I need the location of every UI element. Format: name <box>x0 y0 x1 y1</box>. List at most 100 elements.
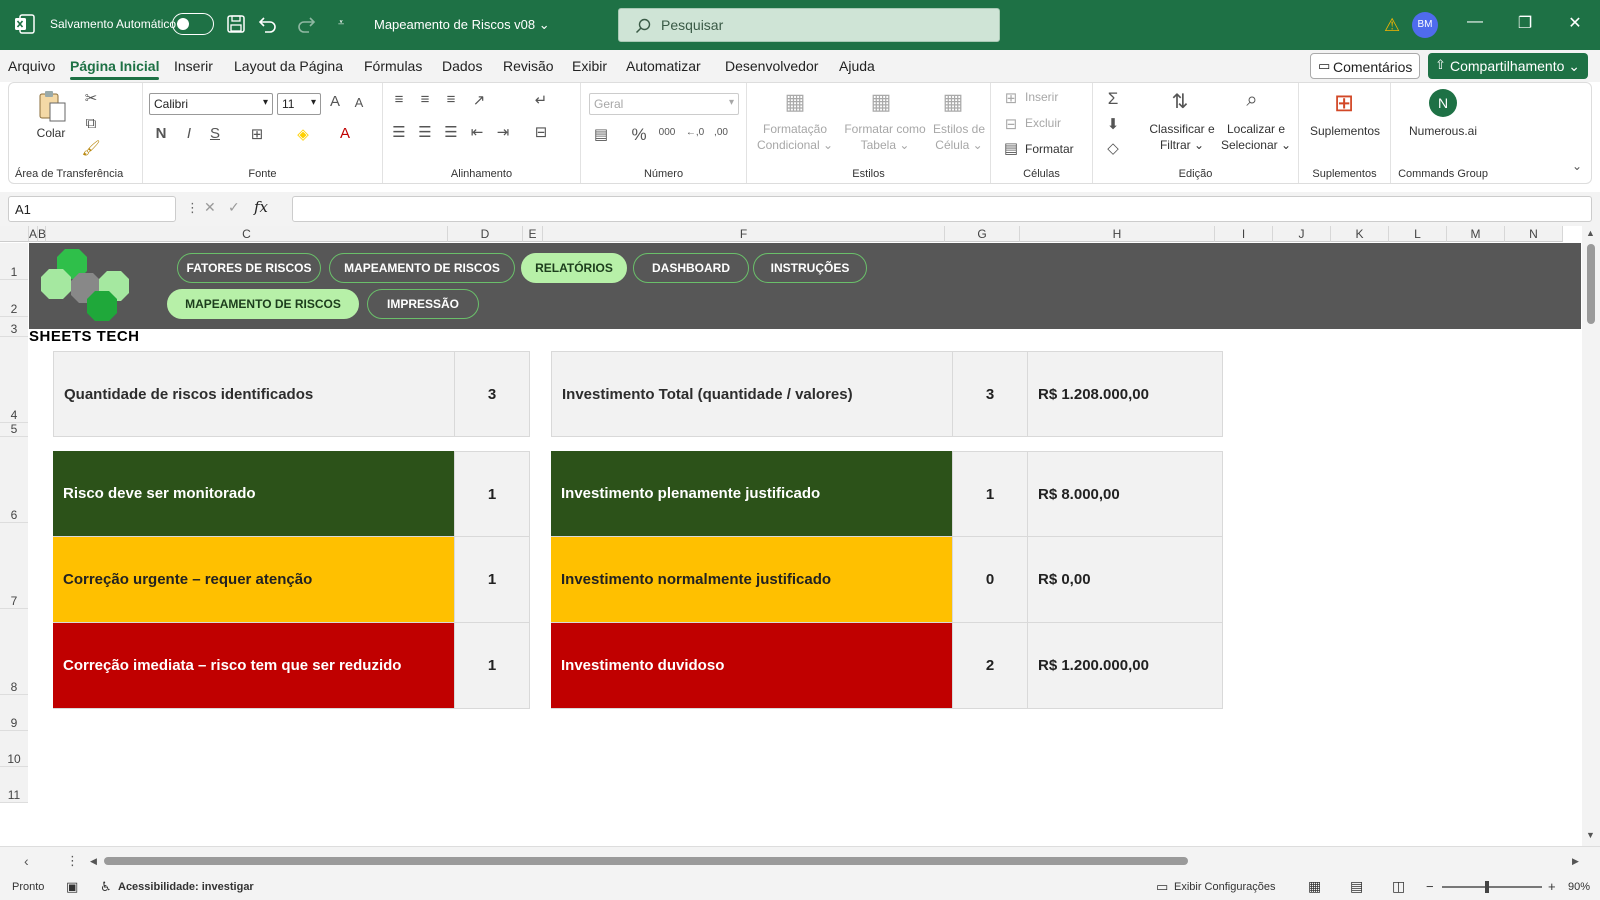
column-header-b[interactable]: B <box>38 226 46 242</box>
zoom-out-icon[interactable]: − <box>1426 879 1434 894</box>
page-break-view-icon[interactable]: ◫ <box>1392 878 1405 895</box>
clear-icon[interactable]: ◇ <box>1103 139 1123 157</box>
column-header-i[interactable]: I <box>1215 226 1273 242</box>
accessibility-icon[interactable]: ♿ <box>100 879 112 895</box>
delete-cells-icon[interactable]: ⊟ <box>1001 115 1021 133</box>
shrink-font-icon[interactable]: A <box>349 95 369 110</box>
tab-layout[interactable]: Layout da Página <box>234 58 343 74</box>
row-header-10[interactable]: 10 <box>0 731 28 767</box>
minimize-icon[interactable]: — <box>1465 13 1485 31</box>
find-select-icon[interactable]: ⌕ <box>1237 89 1267 112</box>
column-header-f[interactable]: F <box>543 226 945 242</box>
fx-icon[interactable]: fx <box>254 198 268 216</box>
nav-relatorios[interactable]: RELATÓRIOS <box>521 253 627 283</box>
column-header-a[interactable]: A <box>29 226 38 242</box>
vertical-scroll-thumb[interactable] <box>1587 244 1595 324</box>
spreadsheet-grid[interactable]: ABCDEFGHIJKLMN 1 2 3 4 5 6 7 8 9 10 11 FATORES DE … <box>0 226 1600 846</box>
column-header-c[interactable]: C <box>46 226 448 242</box>
borders-icon[interactable]: ⊞ <box>247 125 267 143</box>
font-name-select[interactable]: Calibri <box>149 93 273 115</box>
autosave-toggle[interactable] <box>172 13 214 35</box>
paste-button[interactable]: Colar <box>29 125 73 141</box>
format-table-button[interactable]: Formatar como Tabela ⌄ <box>841 121 929 153</box>
column-header-n[interactable]: N <box>1505 226 1563 242</box>
row-header-2[interactable]: 2 <box>0 280 28 317</box>
scroll-down-icon[interactable]: ▼ <box>1586 830 1595 840</box>
row-header-1[interactable]: 1 <box>0 243 28 280</box>
hscroll-left-icon[interactable]: ◀ <box>90 856 97 867</box>
nav-fatores-de-riscos[interactable]: FATORES DE RISCOS <box>177 253 321 283</box>
grow-font-icon[interactable]: A <box>325 93 345 110</box>
cell-styles-icon[interactable]: ▦ <box>937 89 969 115</box>
row-header-9[interactable]: 9 <box>0 695 28 731</box>
zoom-level[interactable]: 90% <box>1568 881 1590 893</box>
zoom-slider-thumb[interactable] <box>1485 881 1489 893</box>
undo-icon[interactable] <box>256 14 278 36</box>
paste-icon[interactable] <box>35 89 69 123</box>
number-format-select[interactable]: Geral <box>589 93 739 115</box>
nav-dashboard[interactable]: DASHBOARD <box>633 253 749 283</box>
conditional-format-icon[interactable]: ▦ <box>779 89 811 115</box>
column-header-j[interactable]: J <box>1273 226 1331 242</box>
fill-icon[interactable]: ⬇ <box>1103 115 1123 133</box>
find-select-button[interactable]: Localizar e Selecionar ⌄ <box>1219 121 1293 153</box>
align-left-icon[interactable]: ☰ <box>389 123 409 141</box>
row-header-8[interactable]: 8 <box>0 609 28 695</box>
underline-icon[interactable]: S <box>205 125 225 142</box>
page-layout-view-icon[interactable]: ▤ <box>1350 878 1363 895</box>
row-header-11[interactable]: 11 <box>0 767 28 803</box>
column-header-m[interactable]: M <box>1447 226 1505 242</box>
tab-desenvolvedor[interactable]: Desenvolvedor <box>725 58 818 74</box>
format-cells-icon[interactable]: ▤ <box>1001 139 1021 157</box>
hscroll-right-icon[interactable]: ▶ <box>1572 856 1579 867</box>
fill-color-icon[interactable]: ◈ <box>293 125 313 143</box>
column-header-h[interactable]: H <box>1020 226 1215 242</box>
save-icon[interactable] <box>226 14 248 36</box>
align-center-icon[interactable]: ☰ <box>415 123 435 141</box>
delete-cells-button[interactable]: Excluir <box>1025 115 1061 131</box>
close-icon[interactable]: ✕ <box>1565 13 1585 33</box>
autosum-icon[interactable]: Σ <box>1103 89 1123 109</box>
nav-instrucoes[interactable]: INSTRUÇÕES <box>753 253 867 283</box>
row-header-5[interactable]: 5 <box>0 423 28 437</box>
zoom-in-icon[interactable]: + <box>1548 879 1556 894</box>
font-color-icon[interactable]: A <box>335 125 355 142</box>
enter-icon[interactable]: ✓ <box>228 199 240 216</box>
addins-button[interactable]: Suplementos <box>1303 123 1387 139</box>
font-size-select[interactable]: 11 <box>277 93 321 115</box>
insert-cells-button[interactable]: Inserir <box>1025 89 1058 105</box>
select-all-corner[interactable] <box>0 226 29 242</box>
addins-icon[interactable]: ⊞ <box>1329 89 1359 118</box>
increase-decimal-icon[interactable]: ←,0 <box>685 127 705 138</box>
column-header-g[interactable]: G <box>945 226 1020 242</box>
redo-icon[interactable] <box>296 14 318 36</box>
row-header-7[interactable]: 7 <box>0 523 28 609</box>
comma-style-icon[interactable]: 000 <box>657 127 677 138</box>
zoom-slider[interactable] <box>1442 886 1542 888</box>
column-header-l[interactable]: L <box>1389 226 1447 242</box>
subnav-mapeamento-de-riscos[interactable]: MAPEAMENTO DE RISCOS <box>167 289 359 319</box>
format-painter-icon[interactable]: 🖌 <box>81 139 101 157</box>
nav-mapeamento-de-riscos[interactable]: MAPEAMENTO DE RISCOS <box>329 253 515 283</box>
subnav-impressao[interactable]: IMPRESSÃO <box>367 289 479 319</box>
copy-icon[interactable]: ⧉ <box>81 115 101 132</box>
align-top-icon[interactable]: ≡ <box>389 91 409 108</box>
insert-cells-icon[interactable]: ⊞ <box>1001 89 1021 107</box>
row-header-4[interactable]: 4 <box>0 337 28 423</box>
italic-icon[interactable]: I <box>179 125 199 142</box>
align-bottom-icon[interactable]: ≡ <box>441 91 461 108</box>
column-header-k[interactable]: K <box>1331 226 1389 242</box>
formula-input[interactable] <box>292 196 1592 222</box>
warning-icon[interactable]: ⚠ <box>1384 15 1400 36</box>
search-box[interactable]: Pesquisar <box>618 8 1000 42</box>
row-header-3[interactable]: 3 <box>0 317 28 337</box>
orientation-icon[interactable]: ↗ <box>469 91 489 109</box>
decrease-indent-icon[interactable]: ⇤ <box>467 123 487 141</box>
tab-ajuda[interactable]: Ajuda <box>839 58 875 74</box>
normal-view-icon[interactable]: ▦ <box>1308 878 1321 895</box>
tab-revisao[interactable]: Revisão <box>503 58 554 74</box>
wrap-text-icon[interactable]: ↵ <box>531 91 551 109</box>
avatar[interactable]: BM <box>1412 12 1438 38</box>
scroll-up-icon[interactable]: ▲ <box>1586 228 1595 238</box>
tab-exibir[interactable]: Exibir <box>572 58 607 74</box>
